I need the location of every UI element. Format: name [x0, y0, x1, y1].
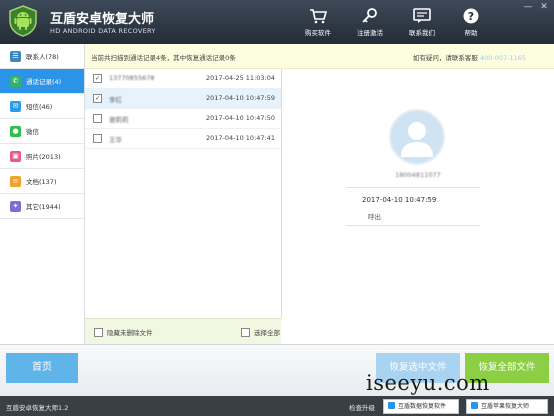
- detail-panel: 18004811077 2017-04-10 10:47:59 呼出: [282, 69, 554, 344]
- row-checkbox[interactable]: [93, 114, 102, 123]
- title-bar: 互盾安卓恢复大师 HD ANDROID DATA RECOVERY 购买软件 注…: [0, 0, 554, 44]
- iphone-recovery-button[interactable]: 互盾苹果恢复大师: [466, 399, 548, 414]
- app-title: 互盾安卓恢复大师: [50, 12, 155, 27]
- row-time: 2017-04-10 10:47:41: [205, 134, 275, 142]
- iphone-recovery-label: 互盾苹果恢复大师: [481, 403, 530, 410]
- select-all-checkbox[interactable]: [241, 328, 250, 337]
- detail-time: 2017-04-10 10:47:59: [362, 196, 437, 204]
- nav-buy-button[interactable]: 购买软件: [290, 8, 346, 37]
- nav-contact-label: 联系我们: [409, 29, 435, 37]
- call-log-list: ✓ 13770855678 2017-04-25 11:03:04 ✓ 李红 2…: [85, 69, 282, 318]
- svg-text:?: ?: [468, 10, 474, 23]
- sidebar-item-label: 短信(46): [26, 103, 53, 111]
- hide-deleted-checkbox[interactable]: [94, 328, 103, 337]
- contacts-icon: ☰: [10, 50, 21, 62]
- sidebar-item-label: 文档(137): [26, 178, 57, 186]
- close-button[interactable]: ✕: [538, 2, 550, 12]
- row-checkbox[interactable]: ✓: [93, 74, 102, 83]
- sidebar-item-contacts[interactable]: ☰ 联系人(78): [0, 44, 84, 69]
- row-contact: 王华: [109, 136, 122, 144]
- scan-summary-bar: 当前共扫描到通话记录4条，其中恢复通话记录0条 如有疑问，请联系客服 400-0…: [85, 44, 554, 69]
- table-row[interactable]: ✓ 13770855678 2017-04-25 11:03:04: [85, 69, 281, 89]
- avatar: [389, 109, 445, 165]
- sidebar-item-label: 联系人(78): [26, 53, 59, 61]
- sidebar-item-photos[interactable]: ▣ 照片(2013): [0, 144, 84, 169]
- data-recovery-label: 互盾数据恢复软件: [398, 403, 447, 410]
- minimize-button[interactable]: —: [522, 2, 534, 12]
- divider: [346, 187, 480, 188]
- row-time: 2017-04-10 10:47:59: [205, 94, 275, 102]
- nav-help-button[interactable]: ? 帮助: [443, 8, 499, 37]
- nav-register-label: 注册激活: [357, 29, 383, 37]
- scan-summary-text: 当前共扫描到通话记录4条，其中恢复通话记录0条: [91, 54, 236, 62]
- nav-help-label: 帮助: [464, 29, 478, 37]
- watermark: iseeyu.com: [366, 371, 490, 395]
- sidebar-item-label: 通话记录(4): [26, 78, 62, 86]
- row-time: 2017-04-10 10:47:50: [205, 114, 275, 122]
- detail-call-type: 呼出: [368, 213, 381, 221]
- key-icon: [362, 8, 377, 23]
- table-row[interactable]: 王华 2017-04-10 10:47:41: [85, 129, 281, 149]
- nav-register-button[interactable]: 注册激活: [342, 8, 398, 37]
- divider: [346, 225, 480, 226]
- sidebar-item-other[interactable]: ✦ 其它(1944): [0, 194, 84, 219]
- sidebar-item-wechat[interactable]: ● 微信: [0, 119, 84, 144]
- sidebar-item-label: 微信: [26, 128, 39, 136]
- table-row[interactable]: 谢莉莉 2017-04-10 10:47:50: [85, 109, 281, 129]
- home-button[interactable]: 首页: [6, 353, 78, 383]
- data-recovery-software-button[interactable]: 互盾数据恢复软件: [383, 399, 459, 414]
- nav-buy-label: 购买软件: [305, 29, 331, 37]
- version-text: 互盾安卓恢复大师1.2: [6, 404, 69, 412]
- sidebar-item-label: 其它(1944): [26, 203, 61, 211]
- phone-icon: ✆: [10, 75, 21, 87]
- row-contact: 李红: [109, 96, 122, 104]
- app-icon: [471, 402, 478, 409]
- support-phone: 400-007-1165: [479, 54, 526, 62]
- chat-icon: [413, 8, 431, 23]
- table-row[interactable]: ✓ 李红 2017-04-10 10:47:59: [85, 89, 281, 109]
- check-update-link[interactable]: 检查升级: [349, 402, 375, 412]
- person-icon: [401, 122, 433, 157]
- sidebar-item-sms[interactable]: ✉ 短信(46): [0, 94, 84, 119]
- status-bar: 互盾安卓恢复大师1.2 检查升级 互盾数据恢复软件 互盾苹果恢复大师: [0, 396, 554, 416]
- wechat-icon: ●: [10, 125, 21, 137]
- app-icon: [388, 402, 395, 409]
- cart-icon: [310, 9, 327, 24]
- detail-contact: 18004811077: [395, 171, 441, 179]
- sidebar-item-documents[interactable]: ≡ 文档(137): [0, 169, 84, 194]
- list-footer: 隐藏未删除文件 选择全部: [85, 318, 281, 344]
- row-checkbox[interactable]: ✓: [93, 94, 102, 103]
- row-contact: 谢莉莉: [109, 116, 129, 124]
- sidebar-item-call-log[interactable]: ✆ 通话记录(4): [0, 69, 84, 94]
- select-all-label: 选择全部: [254, 329, 280, 337]
- android-shield-logo-icon: [8, 5, 38, 37]
- sms-icon: ✉: [10, 100, 21, 112]
- photo-icon: ▣: [10, 150, 21, 162]
- row-time: 2017-04-25 11:03:04: [205, 74, 275, 82]
- support-text: 如有疑问，请联系客服 400-007-1165: [413, 52, 526, 62]
- help-icon: ?: [463, 8, 479, 24]
- row-contact: 13770855678: [109, 74, 155, 82]
- sidebar-item-label: 照片(2013): [26, 153, 61, 161]
- row-checkbox[interactable]: [93, 134, 102, 143]
- sidebar: ☰ 联系人(78) ✆ 通话记录(4) ✉ 短信(46) ● 微信 ▣ 照片(2…: [0, 44, 85, 344]
- nav-contact-button[interactable]: 联系我们: [394, 8, 450, 37]
- support-label: 如有疑问，请联系客服: [412, 54, 478, 62]
- app-subtitle: HD ANDROID DATA RECOVERY: [50, 27, 156, 35]
- document-icon: ≡: [10, 175, 21, 187]
- hide-deleted-label: 隐藏未删除文件: [107, 329, 153, 337]
- other-icon: ✦: [10, 200, 21, 212]
